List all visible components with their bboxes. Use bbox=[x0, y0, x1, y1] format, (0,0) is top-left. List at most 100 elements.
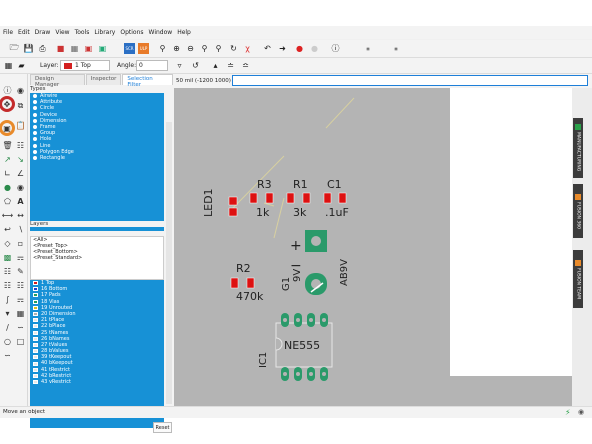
side-tab-fusion-360[interactable]: FUSION 360 bbox=[573, 184, 583, 238]
ne555-pin-pad[interactable] bbox=[320, 367, 328, 381]
redraw-icon[interactable]: ↻ bbox=[228, 43, 239, 54]
value-icon[interactable]: ⚎ bbox=[15, 252, 26, 263]
panel-scrollbar[interactable] bbox=[166, 122, 172, 404]
smd-icon[interactable]: ≏ bbox=[240, 60, 251, 71]
hole-icon[interactable]: ◉ bbox=[15, 182, 26, 193]
presets-list[interactable]: <All> <Preset_Top> <Preset_Bottom> <Pres… bbox=[30, 236, 164, 280]
bezier-icon[interactable]: ∽ bbox=[2, 350, 13, 361]
board-canvas[interactable]: R3 1k R1 3k C1 .1uF LED1 R2 470k G1 9V +… bbox=[174, 88, 592, 406]
miter-icon[interactable]: ∠ bbox=[15, 168, 26, 179]
reset-button[interactable]: Reset bbox=[153, 422, 172, 433]
dimension-icon[interactable]: ⟷ bbox=[2, 210, 13, 221]
help-icon[interactable]: ⓘ bbox=[330, 43, 341, 54]
menu-draw[interactable]: Draw bbox=[35, 29, 51, 36]
tab-selection-filter[interactable]: Selection Filter bbox=[122, 74, 173, 88]
cam-icon[interactable]: ■ bbox=[55, 43, 66, 54]
ne555-pin-pad[interactable] bbox=[307, 367, 315, 381]
tab-inspector[interactable]: Inspector bbox=[85, 74, 122, 85]
redo-icon[interactable]: ➜ bbox=[277, 43, 288, 54]
ripup-icon[interactable]: ↘ bbox=[15, 154, 26, 165]
line-icon[interactable]: ∕ bbox=[2, 322, 13, 333]
rotate-icon[interactable]: ↺ bbox=[190, 60, 201, 71]
circle-icon[interactable]: ○ bbox=[2, 336, 13, 347]
layer-item[interactable]: 43 vRestrict bbox=[30, 379, 164, 385]
zoom-in-icon[interactable]: ⊕ bbox=[171, 43, 182, 54]
ulp-run-icon[interactable]: ULP bbox=[138, 43, 149, 54]
menu-view[interactable]: View bbox=[55, 29, 69, 36]
stop-icon[interactable]: ● bbox=[294, 43, 305, 54]
tab-design-manager[interactable]: Design Manager bbox=[30, 74, 85, 88]
status-stop-icon[interactable]: ◉ bbox=[578, 407, 584, 418]
polygon-icon[interactable]: ⬠ bbox=[2, 196, 13, 207]
schematic-icon[interactable]: ▣ bbox=[83, 43, 94, 54]
menu-tools[interactable]: Tools bbox=[75, 29, 90, 36]
menu-file[interactable]: File bbox=[3, 29, 13, 36]
save-icon[interactable]: 💾 bbox=[23, 43, 34, 54]
spline-icon[interactable]: ∽ bbox=[15, 322, 26, 333]
grid-icon[interactable]: ▦ bbox=[3, 60, 14, 71]
change-icon[interactable]: ✎ bbox=[15, 266, 26, 277]
zoom-fit-icon[interactable]: ⚲ bbox=[157, 43, 168, 54]
replace-icon[interactable]: ☷ bbox=[2, 280, 13, 291]
layer-settings-icon[interactable]: ▰ bbox=[16, 60, 27, 71]
menu-library[interactable]: Library bbox=[94, 29, 115, 36]
menu-edit[interactable]: Edit bbox=[18, 29, 30, 36]
preset-standard[interactable]: <Preset_Standard> bbox=[31, 255, 163, 261]
command-line-input[interactable] bbox=[232, 75, 588, 86]
pin-swap-icon[interactable]: ▾ bbox=[2, 308, 13, 319]
lock-icon[interactable]: ☷ bbox=[2, 266, 13, 277]
smash-icon[interactable]: ▩ bbox=[2, 252, 13, 263]
print-icon[interactable]: ⎙ bbox=[37, 43, 48, 54]
ne555-pin-pad[interactable] bbox=[281, 367, 289, 381]
menu-window[interactable]: Window bbox=[149, 29, 173, 36]
design-link-icon[interactable]: ▦ bbox=[358, 43, 378, 54]
delete-icon[interactable]: 🗑 bbox=[2, 140, 13, 151]
info-icon[interactable]: ⓘ bbox=[2, 85, 13, 96]
mirror-icon[interactable]: ▿ bbox=[174, 60, 185, 71]
types-list[interactable]: Airwire Attribute Circle Device Dimension Fra… bbox=[30, 93, 164, 231]
arc-icon[interactable]: ↩ bbox=[2, 224, 13, 235]
menu-options[interactable]: Options bbox=[120, 29, 143, 36]
name-icon[interactable]: ☷ bbox=[15, 140, 26, 151]
zoom-out-icon[interactable]: ⊖ bbox=[185, 43, 196, 54]
ne555-pin-pad[interactable] bbox=[294, 367, 302, 381]
board-icon[interactable]: ▦ bbox=[69, 43, 80, 54]
ne555-pin-pad[interactable] bbox=[294, 313, 302, 327]
ulp-icon[interactable]: ▣ bbox=[97, 43, 108, 54]
align-icon[interactable]: ▴ bbox=[210, 60, 221, 71]
mark-icon[interactable]: ∫ bbox=[2, 294, 13, 305]
optimize-icon[interactable]: ☷ bbox=[15, 280, 26, 291]
layer-select[interactable]: 1 Top bbox=[60, 60, 110, 71]
ne555-pin-pad[interactable] bbox=[320, 313, 328, 327]
text-icon[interactable]: A bbox=[15, 196, 26, 207]
ne555-pin-pad[interactable] bbox=[281, 313, 289, 327]
menu-help[interactable]: Help bbox=[177, 29, 191, 36]
show-icon[interactable]: ◉ bbox=[15, 85, 26, 96]
via-icon[interactable]: ● bbox=[2, 182, 13, 193]
move-icon[interactable]: ✥ bbox=[0, 96, 15, 112]
pcb-quote-icon[interactable]: ▦ bbox=[386, 43, 406, 54]
ne555-pin-pad[interactable] bbox=[307, 313, 315, 327]
route-icon[interactable]: ↗ bbox=[2, 154, 13, 165]
gate-swap-icon[interactable]: ▦ bbox=[15, 308, 26, 319]
side-tab-fusion-team[interactable]: FUSION TEAM bbox=[573, 250, 583, 308]
split-icon[interactable]: ∟ bbox=[2, 168, 13, 179]
group-icon[interactable]: ▣ bbox=[0, 120, 15, 136]
wire-icon[interactable]: ∖ bbox=[15, 224, 26, 235]
zoom-select-icon[interactable]: ⚲ bbox=[199, 43, 210, 54]
cancel-command-icon[interactable]: χ bbox=[242, 43, 253, 54]
copy-icon[interactable]: ⧉ bbox=[15, 100, 26, 111]
paste-icon[interactable]: 📋 bbox=[15, 120, 26, 131]
ratsnest-icon[interactable]: ◇ bbox=[2, 238, 13, 249]
measure-icon[interactable]: ↔ bbox=[15, 210, 26, 221]
rectangle-icon[interactable]: □ bbox=[15, 336, 26, 347]
angle-select[interactable]: 0 bbox=[136, 60, 168, 71]
side-tab-manufacturing[interactable]: MANUFACTURING bbox=[573, 118, 583, 178]
zoom-last-icon[interactable]: ⚲ bbox=[213, 43, 224, 54]
type-item[interactable]: Rectangle bbox=[30, 155, 164, 161]
scr-icon[interactable]: SCR bbox=[124, 43, 135, 54]
go-icon[interactable]: ● bbox=[309, 43, 320, 54]
drc-icon[interactable]: ▫ bbox=[15, 238, 26, 249]
attribute-icon[interactable]: ⚎ bbox=[15, 294, 26, 305]
snap-icon[interactable]: ≐ bbox=[225, 60, 236, 71]
